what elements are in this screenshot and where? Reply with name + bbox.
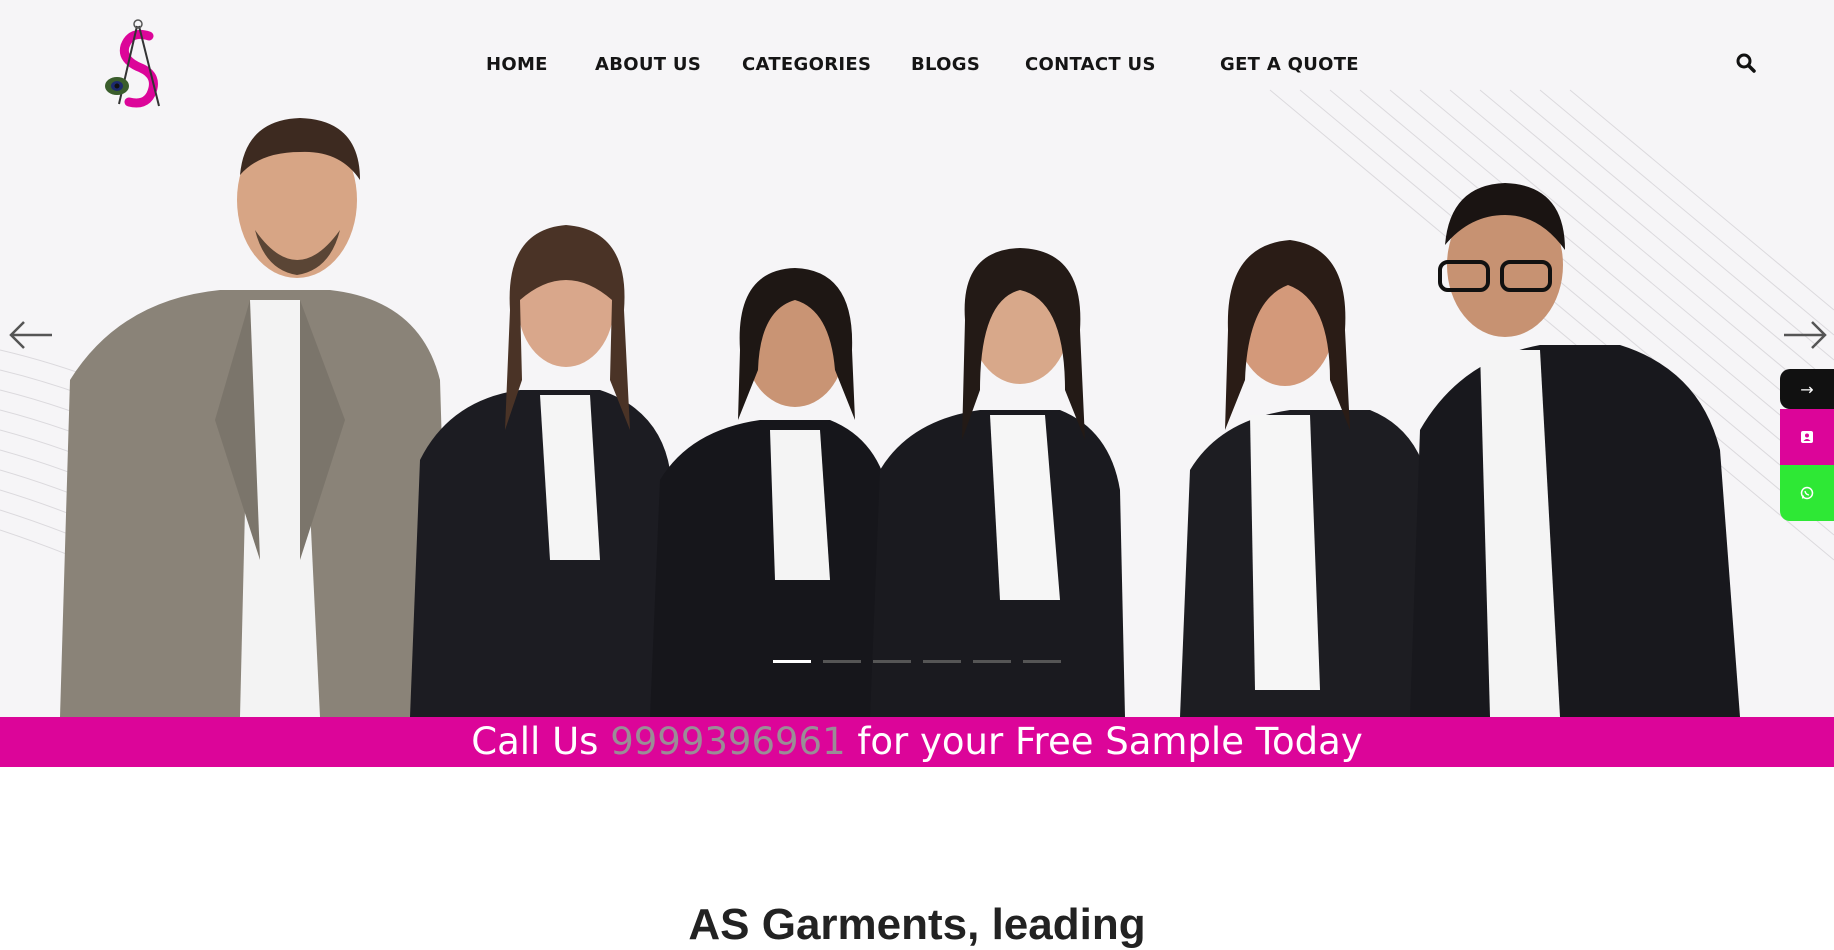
slider-dot-6[interactable]	[1023, 660, 1061, 663]
person-5	[1180, 240, 1435, 717]
slider-dot-2[interactable]	[823, 660, 861, 663]
site-header: HOME ABOUT US CATEGORIES BLOGS CONTACT U…	[0, 0, 1834, 130]
side-tab-arrow[interactable]: →	[1780, 369, 1834, 409]
side-tab-contact[interactable]	[1780, 409, 1834, 465]
nav-get-a-quote[interactable]: GET A QUOTE	[1220, 54, 1359, 75]
person-4	[870, 248, 1125, 717]
arrow-left-icon[interactable]	[8, 318, 54, 352]
nav-contact-us[interactable]: CONTACT US	[1025, 54, 1156, 75]
contact-card-icon	[1801, 431, 1813, 443]
person-1	[60, 118, 450, 717]
slider-dot-1[interactable]	[773, 660, 811, 663]
side-tab-whatsapp[interactable]	[1780, 465, 1834, 521]
banner-suffix: for your Free Sample Today	[845, 720, 1363, 763]
person-3	[650, 268, 895, 717]
nav-home[interactable]: HOME	[486, 54, 548, 75]
nav-blogs[interactable]: BLOGS	[911, 54, 980, 75]
slider-dot-4[interactable]	[923, 660, 961, 663]
call-us-banner: Call Us 9999396961 for your Free Sample …	[0, 717, 1834, 767]
nav-categories[interactable]: CATEGORIES	[742, 54, 871, 75]
search-icon[interactable]	[1735, 52, 1757, 74]
whatsapp-icon	[1800, 486, 1814, 500]
banner-prefix: Call Us	[471, 720, 611, 763]
brand-logo[interactable]	[101, 18, 171, 110]
person-6	[1410, 183, 1740, 717]
banner-phone-number[interactable]: 9999396961	[610, 720, 845, 763]
slider-dot-3[interactable]	[873, 660, 911, 663]
person-2	[410, 225, 680, 717]
arrow-right-icon[interactable]	[1782, 318, 1828, 352]
arrow-right-icon: →	[1800, 379, 1814, 399]
section-heading: AS Garments, leading	[688, 900, 1146, 949]
slider-dot-5[interactable]	[973, 660, 1011, 663]
nav-about-us[interactable]: ABOUT US	[595, 54, 701, 75]
